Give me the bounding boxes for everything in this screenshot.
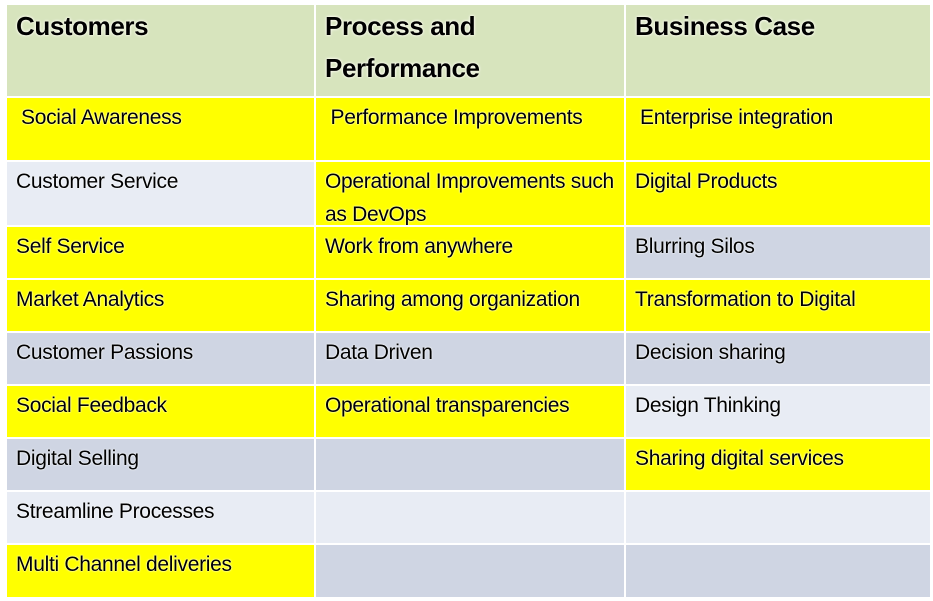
table-cell: Operational Improvements such as DevOps (316, 162, 624, 225)
table-cell: Design Thinking (626, 386, 930, 437)
table-cell: Decision sharing (626, 333, 930, 384)
table-cell: Social Feedback (7, 386, 314, 437)
comparison-table: Customers Process and Performance Busine… (7, 5, 930, 597)
header-process-and-performance: Process and Performance (316, 5, 624, 96)
table-cell: Multi Channel deliveries (7, 545, 314, 597)
header-customers: Customers (7, 5, 314, 96)
header-business-case: Business Case (626, 5, 930, 96)
table-cell: Digital Products (626, 162, 930, 225)
table-cell (316, 492, 624, 543)
table-cell: Social Awareness (7, 98, 314, 160)
table-cell: Market Analytics (7, 280, 314, 331)
table-cell: Transformation to Digital (626, 280, 930, 331)
table-cell: Enterprise integration (626, 98, 930, 160)
table-cell: Customer Service (7, 162, 314, 225)
table-cell: Operational transparencies (316, 386, 624, 437)
table-cell: Work from anywhere (316, 227, 624, 278)
table-cell (626, 492, 930, 543)
table-cell: Sharing digital services (626, 439, 930, 490)
table-cell: Performance Improvements (316, 98, 624, 160)
table-cell: Digital Selling (7, 439, 314, 490)
table-cell (626, 545, 930, 597)
table-cell: Streamline Processes (7, 492, 314, 543)
table-cell (316, 545, 624, 597)
table-cell: Blurring Silos (626, 227, 930, 278)
table-cell: Sharing among organization (316, 280, 624, 331)
table-cell: Self Service (7, 227, 314, 278)
table-cell: Data Driven (316, 333, 624, 384)
table-cell (316, 439, 624, 490)
table-cell: Customer Passions (7, 333, 314, 384)
